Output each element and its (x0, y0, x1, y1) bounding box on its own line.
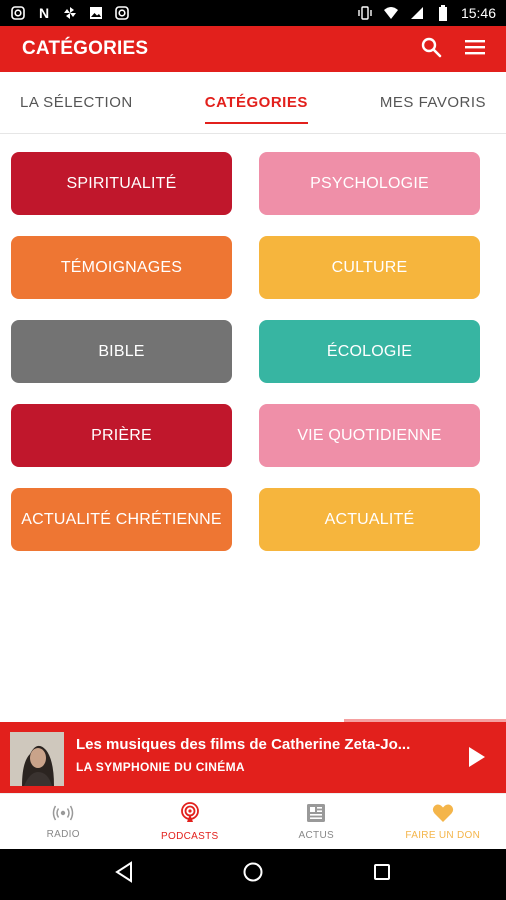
page-title: CATÉGORIES (22, 38, 149, 59)
instagram-icon (10, 5, 26, 21)
pinwheel-icon (62, 5, 78, 21)
category-culture[interactable]: CULTURE (259, 236, 480, 299)
signal-icon (409, 5, 425, 21)
tab-mes-favoris[interactable]: MES FAVORIS (380, 72, 486, 134)
nav-radio[interactable]: RADIO (0, 794, 127, 849)
wifi-icon (383, 5, 399, 21)
status-time: 15:46 (460, 5, 496, 21)
app-bar: CATÉGORIES (0, 26, 506, 72)
category-actualite[interactable]: ACTUALITÉ (259, 488, 480, 551)
episode-title: Les musiques des films de Catherine Zeta… (76, 736, 411, 753)
heart-icon (432, 803, 454, 826)
vibrate-icon (357, 5, 373, 21)
category-psychologie[interactable]: PSYCHOLOGIE (259, 152, 480, 215)
nav-radio-label: RADIO (46, 828, 80, 840)
recents-icon[interactable] (372, 862, 392, 887)
category-priere[interactable]: PRIÈRE (11, 404, 232, 467)
mini-player[interactable]: Les musiques des films de Catherine Zeta… (0, 719, 506, 793)
nav-don-label: FAIRE UN DON (405, 829, 481, 841)
category-spiritualite[interactable]: SPIRITUALITÉ (11, 152, 232, 215)
category-temoignages[interactable]: TÉMOIGNAGES (11, 236, 232, 299)
nav-faire-un-don[interactable]: FAIRE UN DON (380, 794, 506, 849)
bottom-navigation: RADIO PODCASTS ACTUS FAIRE UN DON (0, 793, 506, 849)
nav-actus[interactable]: ACTUS (253, 794, 380, 849)
podcast-name: LA SYMPHONIE DU CINÉMA (76, 760, 245, 774)
instagram-icon (114, 5, 130, 21)
podcast-icon (179, 801, 201, 827)
system-navigation-bar (0, 849, 506, 900)
menu-icon[interactable] (464, 38, 486, 61)
category-grid: SPIRITUALITÉ PSYCHOLOGIE TÉMOIGNAGES CUL… (11, 152, 481, 551)
battery-icon (435, 5, 451, 21)
image-icon (88, 5, 104, 21)
play-icon[interactable] (464, 745, 488, 769)
n-icon: N (38, 5, 50, 21)
category-actualite-chretienne[interactable]: ACTUALITÉ CHRÉTIENNE (11, 488, 232, 551)
playback-progress-bar[interactable] (0, 719, 506, 722)
back-icon[interactable] (114, 861, 134, 888)
nav-actus-label: ACTUS (298, 829, 334, 841)
nav-podcasts-label: PODCASTS (161, 830, 219, 842)
tab-la-selection[interactable]: LA SÉLECTION (20, 72, 133, 134)
playback-progress-fill (0, 719, 345, 722)
status-system: 15:46 (357, 5, 496, 21)
status-bar: N 15:46 (0, 0, 506, 26)
home-icon[interactable] (242, 861, 264, 888)
status-notifications: N (10, 5, 130, 21)
news-icon (306, 803, 326, 826)
tab-categories[interactable]: CATÉGORIES (204, 72, 308, 134)
category-bible[interactable]: BIBLE (11, 320, 232, 383)
category-vie-quotidienne[interactable]: VIE QUOTIDIENNE (259, 404, 480, 467)
search-icon[interactable] (420, 36, 442, 63)
episode-thumbnail (10, 732, 64, 786)
tab-bar: LA SÉLECTION CATÉGORIES MES FAVORIS (0, 72, 506, 134)
category-ecologie[interactable]: ÉCOLOGIE (259, 320, 480, 383)
nav-podcasts[interactable]: PODCASTS (127, 794, 254, 849)
radio-icon (52, 804, 74, 825)
